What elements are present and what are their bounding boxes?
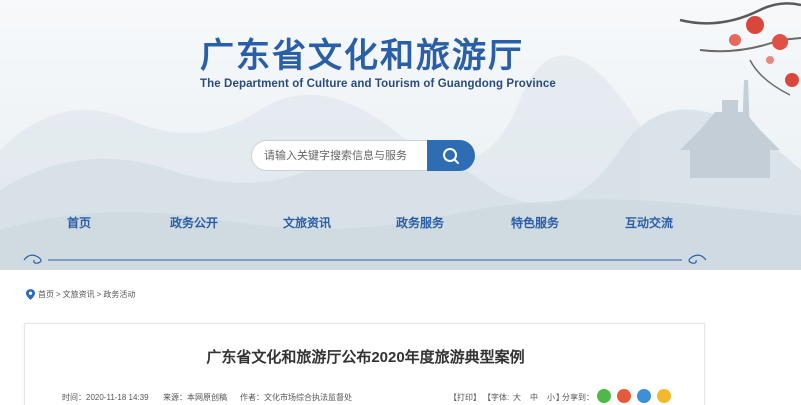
- location-icon: [26, 288, 35, 300]
- search-icon: [443, 147, 459, 164]
- article-time: 时间：2020-11-18 14:39: [62, 393, 149, 402]
- wechat-icon[interactable]: [597, 389, 611, 403]
- breadcrumb-culture-tourism-news[interactable]: 文旅资讯: [63, 289, 95, 300]
- nav-item-culture-tourism-news[interactable]: 文旅资讯: [283, 214, 331, 231]
- print-link[interactable]: 【打印】: [449, 392, 481, 403]
- search-input[interactable]: [251, 140, 431, 171]
- font-size-label: 【字体:: [483, 393, 510, 402]
- breadcrumb-home[interactable]: 首页: [38, 289, 54, 300]
- site-subtitle: The Department of Culture and Tourism of…: [200, 78, 556, 90]
- article-card: 广东省文化和旅游厅公布2020年度旅游典型案例 时间：2020-11-18 14…: [24, 323, 705, 405]
- article-author: 作者：文化市场综合执法监督处: [240, 393, 352, 402]
- page: 广东省文化和旅游厅 The Department of Culture and …: [0, 0, 801, 405]
- nav-item-featured-services[interactable]: 特色服务: [511, 214, 559, 231]
- nav-item-interaction[interactable]: 互动交流: [625, 214, 673, 231]
- font-size-small[interactable]: 小: [547, 392, 555, 403]
- search-button[interactable]: [427, 140, 475, 171]
- nav-item-government-affairs[interactable]: 政务公开: [170, 214, 218, 231]
- breadcrumb-separator: >: [96, 289, 102, 299]
- nav-divider: [23, 254, 707, 264]
- weibo-icon[interactable]: [617, 389, 631, 403]
- article-source: 来源：本网原创稿: [163, 393, 227, 402]
- article-title: 广东省文化和旅游厅公布2020年度旅游典型案例: [206, 349, 525, 366]
- qzone-icon[interactable]: [657, 389, 671, 403]
- search-bar: [251, 140, 475, 171]
- breadcrumb: 首页 > 文旅资讯 > 政务活动: [26, 288, 137, 300]
- header-banner: 广东省文化和旅游厅 The Department of Culture and …: [0, 0, 801, 270]
- font-size-medium[interactable]: 中: [530, 392, 538, 403]
- main-nav: 首页 政务公开 文旅资讯 政务服务 特色服务 互动交流: [0, 214, 801, 240]
- qq-icon[interactable]: [637, 389, 651, 403]
- breadcrumb-government-activities[interactable]: 政务活动: [103, 289, 135, 300]
- site-title: 广东省文化和旅游厅: [200, 36, 524, 76]
- breadcrumb-separator: >: [56, 289, 61, 299]
- nav-item-government-services[interactable]: 政务服务: [396, 214, 444, 231]
- nav-item-home[interactable]: 首页: [67, 214, 91, 231]
- share-label: 分享到：: [562, 393, 594, 402]
- font-size-large[interactable]: 大: [513, 392, 521, 403]
